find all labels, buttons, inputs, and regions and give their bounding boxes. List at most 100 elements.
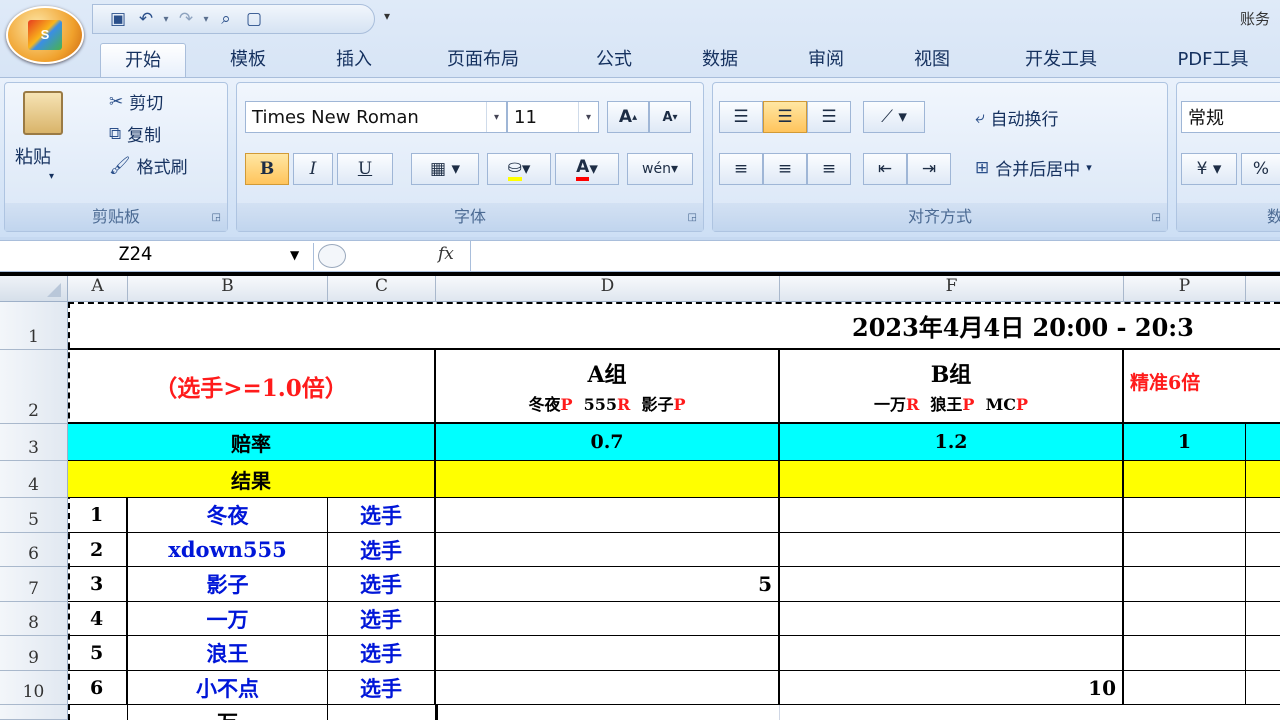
- result-b-cell[interactable]: [780, 461, 1124, 498]
- tab-page-layout[interactable]: 页面布局: [420, 43, 546, 77]
- sheet-title-cell[interactable]: 2023年4月4日 20:00 - 20:3: [68, 302, 1280, 350]
- cut-button[interactable]: ✂ 剪切: [109, 89, 163, 115]
- odds-a-cell[interactable]: 0.7: [436, 424, 780, 461]
- tab-formulas[interactable]: 公式: [572, 43, 656, 77]
- player-name-cell[interactable]: xdown555: [128, 533, 328, 567]
- number-format-select[interactable]: 常规: [1181, 101, 1280, 133]
- print-preview-icon[interactable]: ⌕: [213, 7, 239, 31]
- wrap-text-button[interactable]: ⤶ 自动换行: [975, 105, 1059, 131]
- row-header[interactable]: 5: [0, 498, 68, 533]
- row-header[interactable]: [0, 705, 68, 720]
- align-right-button[interactable]: ≡: [807, 153, 851, 185]
- save-icon[interactable]: ▣: [105, 7, 131, 31]
- phonetic-button[interactable]: wén ▾: [627, 153, 693, 185]
- tab-view[interactable]: 视图: [890, 43, 974, 77]
- format-painter-button[interactable]: 🖌 格式刷: [109, 153, 188, 179]
- player-role-cell[interactable]: 选手: [328, 602, 436, 636]
- tab-insert[interactable]: 插入: [312, 43, 396, 77]
- column-header[interactable]: D: [436, 276, 780, 302]
- row-header[interactable]: 3: [0, 424, 68, 461]
- player-name-cell[interactable]: 小不点: [128, 671, 328, 705]
- increase-indent-button[interactable]: ⇥: [907, 153, 951, 185]
- odds-label-cell[interactable]: 赔率: [68, 424, 436, 461]
- player-group-b-cell[interactable]: [780, 567, 1124, 602]
- align-left-button[interactable]: ≡: [719, 153, 763, 185]
- grid-cell[interactable]: [1246, 602, 1280, 636]
- rule-cell[interactable]: （选手>=1.0倍）: [68, 350, 436, 424]
- grid-cell[interactable]: [328, 705, 436, 720]
- player-role-cell[interactable]: 选手: [328, 567, 436, 602]
- font-name-dropdown-icon[interactable]: ▾: [486, 102, 506, 132]
- player-role-cell[interactable]: 选手: [328, 671, 436, 705]
- row-header[interactable]: 6: [0, 533, 68, 567]
- customize-toolbar-icon[interactable]: ▾: [384, 9, 390, 23]
- currency-button[interactable]: ¥ ▾: [1181, 153, 1237, 185]
- player-role-cell[interactable]: 选手: [328, 498, 436, 533]
- font-name-select[interactable]: Times New Roman ▾: [245, 101, 507, 133]
- player-group-a-cell[interactable]: [436, 602, 780, 636]
- new-document-icon[interactable]: ▢: [241, 7, 267, 31]
- merge-dropdown-icon[interactable]: ▾: [1086, 161, 1092, 174]
- fill-color-button[interactable]: ⛀ ▾: [487, 153, 551, 185]
- clipboard-launcher-icon[interactable]: ◲: [212, 212, 221, 223]
- formula-input[interactable]: [472, 242, 1280, 270]
- result-a-cell[interactable]: [436, 461, 780, 498]
- tab-home[interactable]: 开始: [100, 43, 186, 77]
- player-precise-cell[interactable]: [1124, 533, 1246, 567]
- align-center-button[interactable]: ≡: [763, 153, 807, 185]
- player-number-cell[interactable]: 2: [68, 533, 128, 567]
- column-header[interactable]: P: [1124, 276, 1246, 302]
- tab-developer[interactable]: 开发工具: [996, 43, 1126, 77]
- player-name-cell[interactable]: 浪王: [128, 636, 328, 671]
- player-precise-cell[interactable]: [1124, 567, 1246, 602]
- alignment-launcher-icon[interactable]: ◲: [1152, 212, 1161, 223]
- grid-cell[interactable]: [1246, 567, 1280, 602]
- player-name-cell[interactable]: 影子: [128, 567, 328, 602]
- player-role-cell[interactable]: 选手: [328, 636, 436, 671]
- player-precise-cell[interactable]: [1124, 636, 1246, 671]
- undo-dropdown-icon[interactable]: ▾: [161, 14, 171, 25]
- player-number-cell[interactable]: 4: [68, 602, 128, 636]
- player-group-a-cell[interactable]: [436, 671, 780, 705]
- merge-center-button[interactable]: ⊞ 合并后居中 ▾: [975, 155, 1092, 181]
- percent-button[interactable]: %: [1241, 153, 1280, 185]
- player-number-cell[interactable]: 3: [68, 567, 128, 602]
- grid-cell[interactable]: [1246, 424, 1280, 461]
- player-group-a-cell[interactable]: [436, 533, 780, 567]
- player-precise-cell[interactable]: [1124, 671, 1246, 705]
- player-role-cell[interactable]: 选手: [328, 533, 436, 567]
- column-header[interactable]: [1246, 276, 1280, 302]
- odds-b-cell[interactable]: 1.2: [780, 424, 1124, 461]
- group-a-cell[interactable]: A组 冬夜P 555R 影子P: [436, 350, 780, 424]
- player-group-b-cell[interactable]: [780, 602, 1124, 636]
- select-all-button[interactable]: [0, 276, 68, 302]
- player-precise-cell[interactable]: [1124, 602, 1246, 636]
- office-button[interactable]: S: [6, 6, 84, 64]
- player-number-cell[interactable]: 6: [68, 671, 128, 705]
- player-name-cell[interactable]: 一万: [128, 602, 328, 636]
- paste-dropdown-icon[interactable]: ▾: [49, 171, 54, 182]
- decrease-indent-button[interactable]: ⇤: [863, 153, 907, 185]
- formula-cancel-icon[interactable]: [318, 244, 346, 268]
- grid-cell[interactable]: [436, 705, 780, 720]
- column-header[interactable]: C: [328, 276, 436, 302]
- row-header[interactable]: 2: [0, 350, 68, 424]
- align-bottom-button[interactable]: ☰: [807, 101, 851, 133]
- borders-button[interactable]: ▦ ▾: [411, 153, 479, 185]
- font-color-button[interactable]: A ▾: [555, 153, 619, 185]
- name-box[interactable]: Z24: [2, 243, 314, 270]
- player-group-b-cell[interactable]: 10: [780, 671, 1124, 705]
- player-group-b-cell[interactable]: [780, 636, 1124, 671]
- row-header[interactable]: 4: [0, 461, 68, 498]
- row-header[interactable]: 8: [0, 602, 68, 636]
- row-header[interactable]: 1: [0, 302, 68, 350]
- row-header[interactable]: 10: [0, 671, 68, 705]
- result-label-cell[interactable]: 结果: [68, 461, 436, 498]
- redo-dropdown-icon[interactable]: ▾: [201, 14, 211, 25]
- grid-cell[interactable]: [1246, 498, 1280, 533]
- grid-cell[interactable]: [1246, 636, 1280, 671]
- player-group-a-cell[interactable]: 5: [436, 567, 780, 602]
- bold-button[interactable]: B: [245, 153, 289, 185]
- player-number-cell[interactable]: 1: [68, 498, 128, 533]
- group-b-cell[interactable]: B组 一万R 狼王P MCP: [780, 350, 1124, 424]
